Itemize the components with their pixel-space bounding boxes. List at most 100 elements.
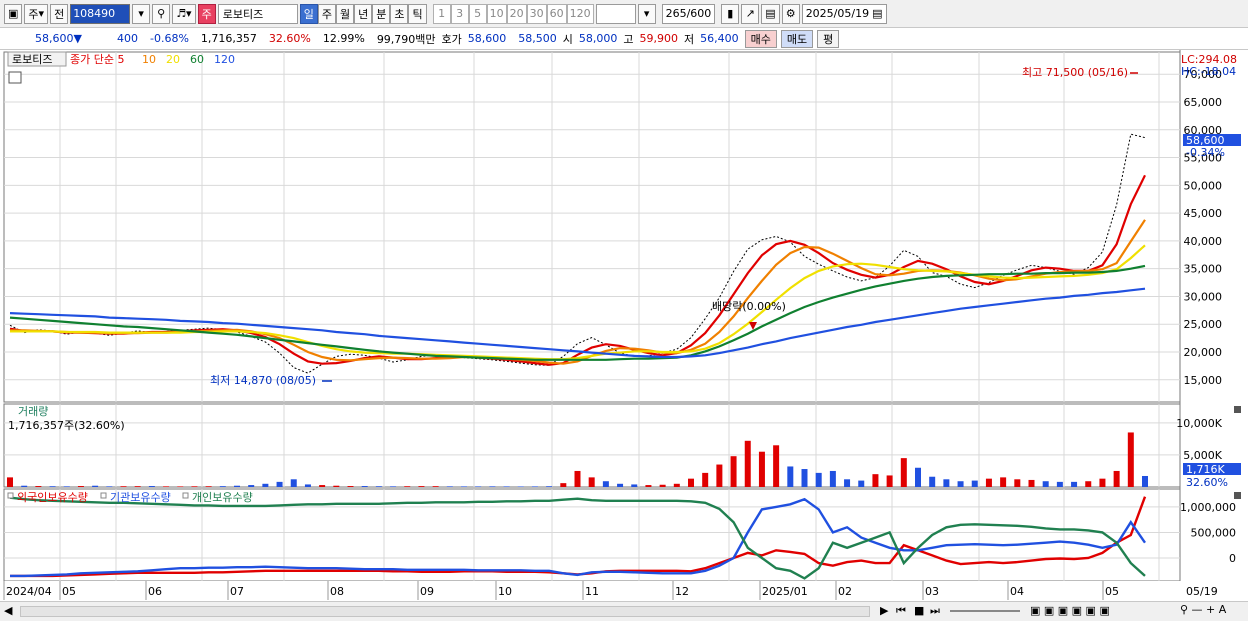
interval-tab-3[interactable]: 3: [450, 3, 469, 24]
last-change-label: -0.34%: [1186, 146, 1225, 159]
bid-label: 호가: [441, 32, 462, 46]
volume-bar-68: [971, 480, 978, 487]
chart-type-icon[interactable]: ▮: [721, 3, 740, 24]
volume-bar-14: [205, 486, 212, 487]
price-tick-3: 30,000: [1184, 290, 1223, 303]
hold-tick-2: 1,000,000: [1180, 501, 1236, 514]
period-tab-3[interactable]: 년: [354, 3, 373, 24]
volume-bar-57: [815, 472, 822, 487]
volume-bar-7: [106, 486, 113, 487]
interval-dropdown-icon[interactable]: ▾: [637, 3, 656, 24]
x-axis-area: [0, 581, 1248, 600]
day-select[interactable]: 주 ▾: [24, 3, 49, 24]
volume-value: 1,716,357: [200, 32, 257, 45]
x-label-9: 2025/01: [762, 585, 808, 598]
period-tab-2[interactable]: 월: [335, 3, 355, 24]
pane-frame-0: [3, 51, 1181, 403]
period-tab-4[interactable]: 분: [372, 3, 391, 24]
volume-bar-22: [319, 485, 326, 487]
volume-bar-36: [517, 486, 524, 487]
legend-name: 로보티즈: [12, 53, 52, 66]
window-icon[interactable]: ▣: [4, 3, 23, 24]
save-icon[interactable]: ▤: [761, 3, 780, 24]
interval-tab-10[interactable]: 10: [486, 3, 507, 24]
interval-tab-20[interactable]: 20: [506, 3, 527, 24]
legend-ma-3: 60: [190, 53, 204, 66]
period-tab-5[interactable]: 초: [390, 3, 409, 24]
first-icon[interactable]: ⏮: [896, 604, 906, 618]
prev-button[interactable]: 전: [50, 3, 69, 24]
count-box[interactable]: 265/600: [661, 3, 716, 24]
hc-label: HC:-18.04: [1181, 65, 1236, 78]
interval-tab-1[interactable]: 1: [432, 3, 451, 24]
interval-tab-5[interactable]: 5: [468, 3, 487, 24]
volume-bar-73: [1042, 481, 1049, 487]
horizontal-scrollbar[interactable]: [20, 606, 870, 617]
period-tab-6[interactable]: 틱: [408, 3, 427, 24]
calendar-icon[interactable]: ▤: [872, 7, 882, 20]
volume-bar-25: [361, 486, 368, 487]
volume-ratio: 32.60%: [268, 32, 311, 45]
volume-bar-55: [787, 466, 794, 487]
zoom-slider[interactable]: [950, 610, 1020, 612]
prev-label: 전: [54, 7, 65, 21]
volume-bar-61: [872, 474, 879, 487]
gear-icon[interactable]: ⚙: [781, 3, 800, 24]
stock-name-box: 로보티즈: [217, 3, 298, 24]
amount: 99,790백만: [376, 32, 436, 46]
stop-icon[interactable]: ■: [914, 604, 924, 617]
volume-bar-67: [957, 481, 964, 487]
scroll-right-icon[interactable]: ▶: [880, 604, 888, 617]
search-icon[interactable]: ⚲: [152, 3, 171, 24]
volume-bar-2: [35, 486, 42, 487]
last-icon[interactable]: ⏭: [930, 604, 940, 618]
eval-button[interactable]: 평: [817, 29, 840, 48]
interval-tab-120[interactable]: 120: [566, 3, 594, 24]
volume-title: 거래량: [18, 405, 48, 418]
dividend-annotation: 배당락(0.00%): [712, 300, 786, 313]
volume-bar-46: [659, 484, 666, 487]
bid-value: 58,500: [518, 32, 557, 45]
interval-tab-60[interactable]: 60: [546, 3, 567, 24]
scroll-left-icon[interactable]: ◀: [4, 604, 12, 617]
volume-bar-0: [7, 477, 13, 487]
interval-custom-input[interactable]: [595, 3, 636, 24]
legend-ma-0: 종가 단순 5: [70, 53, 124, 66]
volume-bar-53: [758, 451, 765, 487]
code-dropdown-icon[interactable]: ▾: [132, 3, 151, 24]
speaker-icon[interactable]: ♬▾: [172, 3, 196, 24]
ask-value: 58,600: [467, 32, 507, 45]
high-label: 고: [623, 32, 634, 46]
holdings-legend-0: 외국인보유수량: [17, 491, 88, 504]
stock-code-input[interactable]: [70, 3, 131, 24]
last-volume-label: 1,716K: [1186, 463, 1225, 476]
period-tab-1[interactable]: 주: [317, 3, 336, 24]
volume-bar-45: [645, 485, 652, 487]
date-box[interactable]: 2025/05/19 ▤: [801, 3, 887, 24]
volume-bar-33: [475, 486, 482, 487]
layout-icons[interactable]: ▣ ▣ ▣ ▣ ▣ ▣: [1030, 604, 1110, 617]
volume-bar-64: [915, 467, 921, 487]
legend-ma-1: 10: [142, 53, 156, 66]
volume-bar-30: [432, 486, 439, 487]
volume-bar-37: [531, 486, 538, 487]
volume-bar-24: [347, 486, 354, 487]
volume-bar-76: [1085, 481, 1092, 487]
date-value: 2025/05/19: [805, 7, 870, 20]
volume-bar-52: [744, 440, 751, 487]
interval-tab-30[interactable]: 30: [526, 3, 547, 24]
stock-chart[interactable]: 15,000 20,000 25,000 30,000 35,000 40,000 45,0…: [0, 50, 1248, 601]
legend-ma-2: 20: [166, 53, 180, 66]
zoom-in-icon[interactable]: ⚲ — + A: [1180, 603, 1226, 616]
volume-bar-38: [546, 486, 553, 487]
volume-bar-19: [276, 481, 283, 487]
volume-bar-16: [234, 485, 240, 487]
last-volume-pct: 32.60%: [1186, 476, 1228, 489]
sell-button[interactable]: 매도: [780, 29, 814, 48]
volume-bar-20: [290, 479, 297, 487]
draw-tool-icon[interactable]: ↗: [741, 3, 760, 24]
count-value: 265: [665, 7, 687, 20]
volume-bar-27: [390, 486, 397, 487]
buy-button[interactable]: 매수: [744, 29, 777, 48]
period-tab-0[interactable]: 일: [299, 3, 318, 24]
